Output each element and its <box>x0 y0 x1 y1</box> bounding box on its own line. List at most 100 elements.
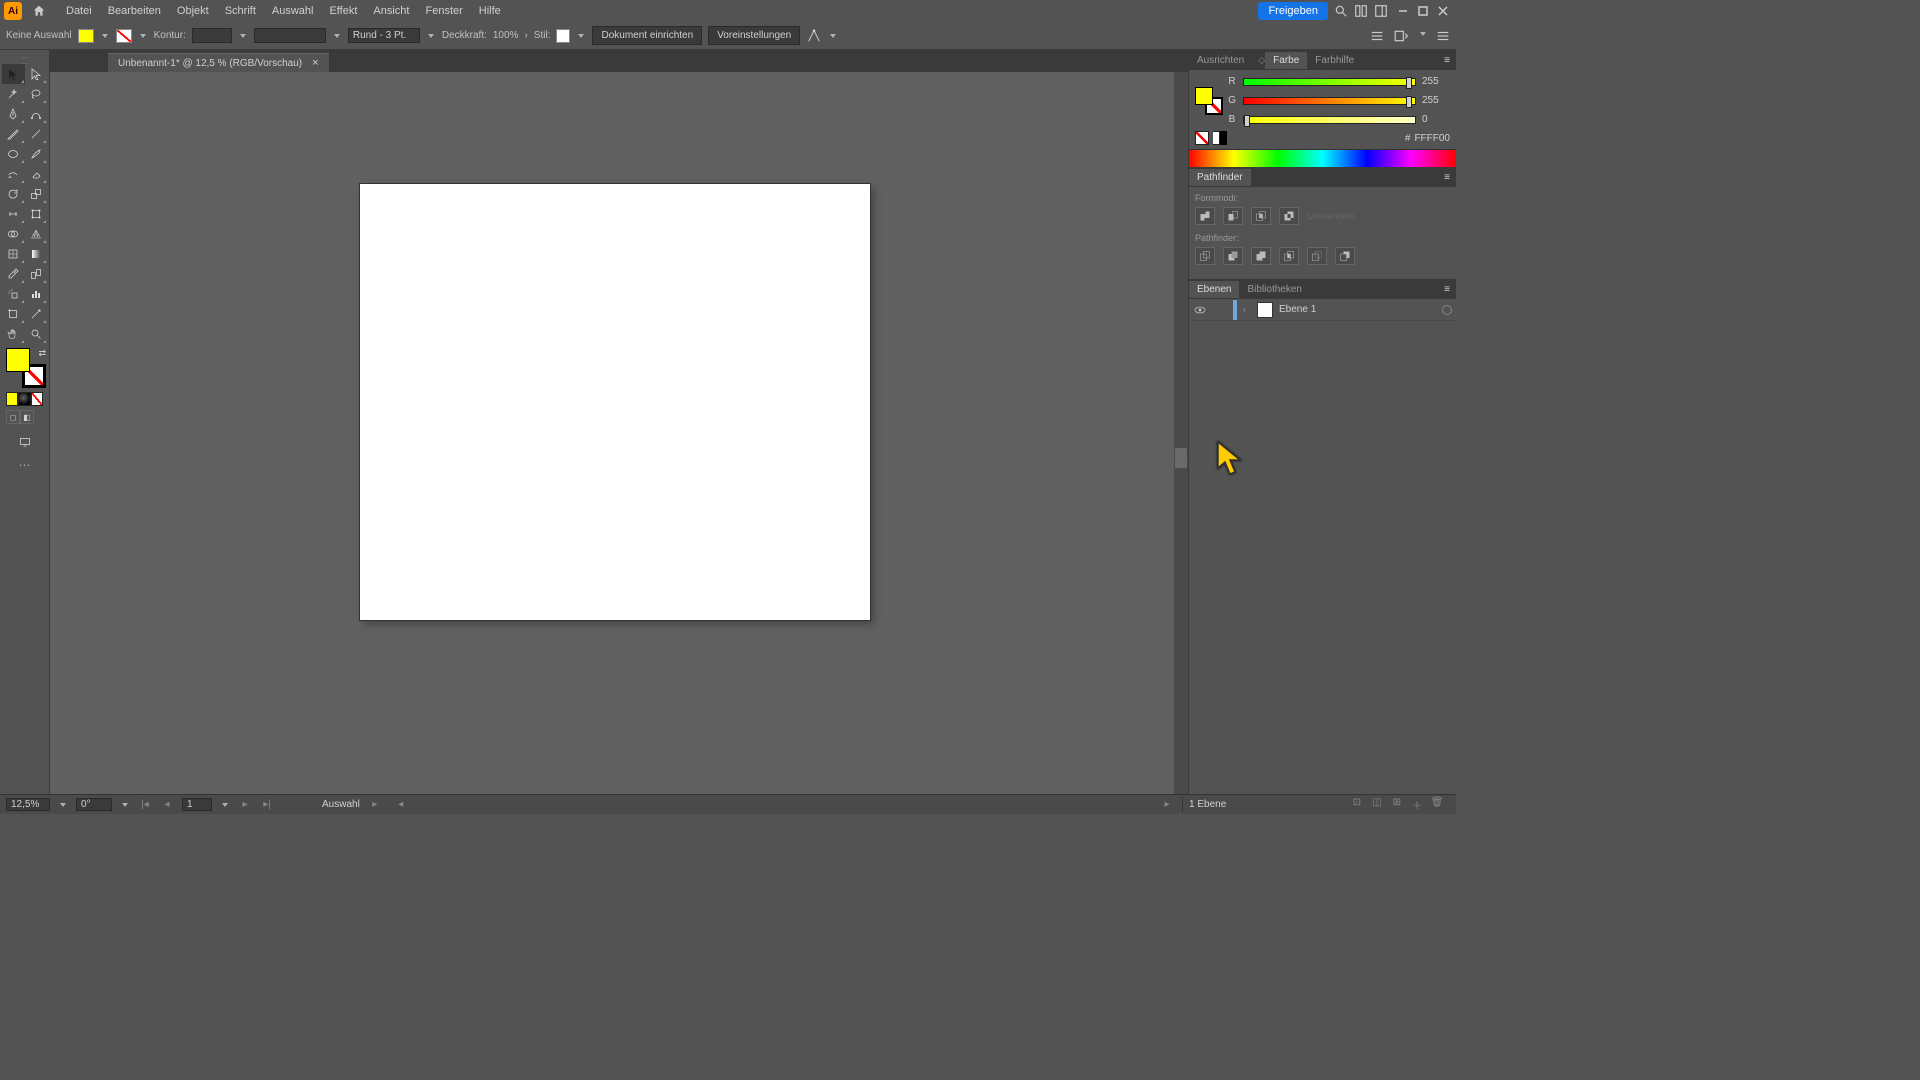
graphic-style-swatch[interactable] <box>556 29 570 43</box>
panel-fill-stroke[interactable] <box>1195 87 1223 115</box>
fill-stroke-indicator[interactable]: ⇄ <box>6 348 46 388</box>
scale-tool[interactable] <box>25 184 48 204</box>
trim-button[interactable] <box>1223 247 1243 265</box>
color-panel-menu-icon[interactable]: ≡ <box>1438 55 1456 66</box>
magic-wand-tool[interactable] <box>2 84 25 104</box>
none-swatch[interactable] <box>1195 131 1209 145</box>
symbol-sprayer-tool[interactable] <box>2 284 25 304</box>
blend-tool[interactable] <box>25 264 48 284</box>
deckkraft-arrow[interactable]: › <box>524 30 527 41</box>
vertical-scrollbar[interactable] <box>1174 72 1188 794</box>
pen-tool[interactable] <box>2 104 25 124</box>
edit-toolbar-button[interactable]: ⋯ <box>19 458 31 472</box>
new-sublayer-icon[interactable]: ⊞ <box>1390 797 1404 812</box>
control-panel-menu-icon[interactable] <box>1370 29 1384 43</box>
menu-datei[interactable]: Datei <box>58 5 100 17</box>
layer-row[interactable]: › Ebene 1 <box>1189 299 1456 321</box>
brush-definition-input[interactable] <box>348 28 420 43</box>
perspective-grid-tool[interactable] <box>25 224 48 244</box>
toolbar-grip[interactable] <box>2 54 47 64</box>
g-slider[interactable] <box>1243 97 1416 105</box>
stroke-dropdown[interactable] <box>138 31 148 41</box>
layer-target-icon[interactable] <box>1442 305 1452 315</box>
next-artboard-button[interactable]: ▸ <box>238 799 252 810</box>
divide-button[interactable] <box>1195 247 1215 265</box>
workspace-icon[interactable] <box>1374 4 1388 18</box>
eraser-tool[interactable] <box>25 164 48 184</box>
zoom-tool[interactable] <box>25 324 48 344</box>
fill-color-box[interactable] <box>6 348 30 372</box>
last-artboard-button[interactable]: ▸| <box>260 799 274 810</box>
search-icon[interactable] <box>1334 4 1348 18</box>
tab-farbhilfe[interactable]: Farbhilfe <box>1307 52 1362 69</box>
fill-dropdown[interactable] <box>100 31 110 41</box>
align-to-icon[interactable] <box>806 28 822 44</box>
selection-tool[interactable] <box>2 64 25 84</box>
hscroll-right[interactable]: ▸ <box>1160 799 1174 810</box>
exclude-button[interactable] <box>1279 207 1299 225</box>
g-value[interactable]: 255 <box>1422 95 1450 106</box>
share-button[interactable]: Freigeben <box>1258 2 1328 20</box>
menu-fenster[interactable]: Fenster <box>417 5 470 17</box>
hscroll-left[interactable]: ◂ <box>394 799 408 810</box>
layer-name[interactable]: Ebene 1 <box>1279 304 1316 315</box>
control-panel-options-icon[interactable] <box>1436 29 1450 43</box>
outline-button[interactable] <box>1307 247 1327 265</box>
canvas[interactable] <box>50 72 1188 794</box>
stroke-weight-input[interactable] <box>192 28 232 43</box>
direct-selection-tool[interactable] <box>25 64 48 84</box>
layer-expand-toggle[interactable]: › <box>1243 305 1251 314</box>
tab-bibliotheken[interactable]: Bibliotheken <box>1239 281 1309 298</box>
menu-hilfe[interactable]: Hilfe <box>471 5 509 17</box>
artboard-number-input[interactable] <box>182 798 212 811</box>
intersect-button[interactable] <box>1251 207 1271 225</box>
new-layer-icon[interactable]: ＋ <box>1410 797 1424 812</box>
menu-effekt[interactable]: Effekt <box>321 5 365 17</box>
paintbrush-tool[interactable] <box>25 144 48 164</box>
document-tab[interactable]: Unbenannt-1* @ 12,5 % (RGB/Vorschau) × <box>108 53 329 72</box>
zoom-input[interactable] <box>6 798 50 811</box>
vertical-scrollbar-thumb[interactable] <box>1175 448 1187 468</box>
visibility-icon[interactable] <box>1193 303 1207 317</box>
swap-fill-stroke-icon[interactable]: ⇄ <box>38 348 46 359</box>
menu-bearbeiten[interactable]: Bearbeiten <box>100 5 169 17</box>
color-mode-button[interactable] <box>6 392 18 406</box>
align-to-dropdown[interactable] <box>828 31 838 41</box>
panel-fill-box[interactable] <box>1195 87 1213 105</box>
menu-schrift[interactable]: Schrift <box>217 5 264 17</box>
control-panel-flyout-icon[interactable] <box>1392 29 1410 43</box>
delete-layer-icon[interactable]: 🗑 <box>1430 797 1444 812</box>
menu-objekt[interactable]: Objekt <box>169 5 217 17</box>
draw-normal-button[interactable]: ◻ <box>6 410 20 424</box>
artboard-dropdown[interactable] <box>220 800 230 810</box>
minus-back-button[interactable] <box>1335 247 1355 265</box>
fill-swatch[interactable] <box>78 29 94 43</box>
tab-ausrichten[interactable]: Ausrichten <box>1189 52 1252 69</box>
b-slider[interactable] <box>1243 116 1416 124</box>
mesh-tool[interactable] <box>2 244 25 264</box>
preferences-button[interactable]: Voreinstellungen <box>708 26 800 45</box>
rectangle-tool[interactable] <box>2 124 25 144</box>
minimize-button[interactable] <box>1394 4 1412 18</box>
merge-button[interactable] <box>1251 247 1271 265</box>
artboard-tool[interactable] <box>2 304 25 324</box>
variable-width-dropdown[interactable] <box>332 31 342 41</box>
close-tab-icon[interactable]: × <box>312 57 318 69</box>
shape-builder-tool[interactable] <box>2 224 25 244</box>
layers-menu-icon[interactable]: ≡ <box>1438 284 1456 295</box>
screen-mode-button[interactable] <box>13 432 37 452</box>
home-icon[interactable] <box>30 2 48 20</box>
variable-width-profile-input[interactable] <box>254 28 326 43</box>
make-clipping-mask-icon[interactable]: ◫ <box>1370 797 1384 812</box>
gradient-tool[interactable] <box>25 244 48 264</box>
zoom-dropdown[interactable] <box>58 800 68 810</box>
none-mode-button[interactable] <box>31 392 43 406</box>
r-slider[interactable] <box>1243 78 1416 86</box>
tab-pathfinder[interactable]: Pathfinder <box>1189 169 1251 186</box>
menu-auswahl[interactable]: Auswahl <box>264 5 322 17</box>
shaper-tool[interactable] <box>2 164 25 184</box>
tab-ebenen[interactable]: Ebenen <box>1189 281 1239 298</box>
spectrum-bar[interactable] <box>1189 149 1456 167</box>
free-transform-tool[interactable] <box>25 204 48 224</box>
layer-thumbnail[interactable] <box>1257 302 1273 318</box>
